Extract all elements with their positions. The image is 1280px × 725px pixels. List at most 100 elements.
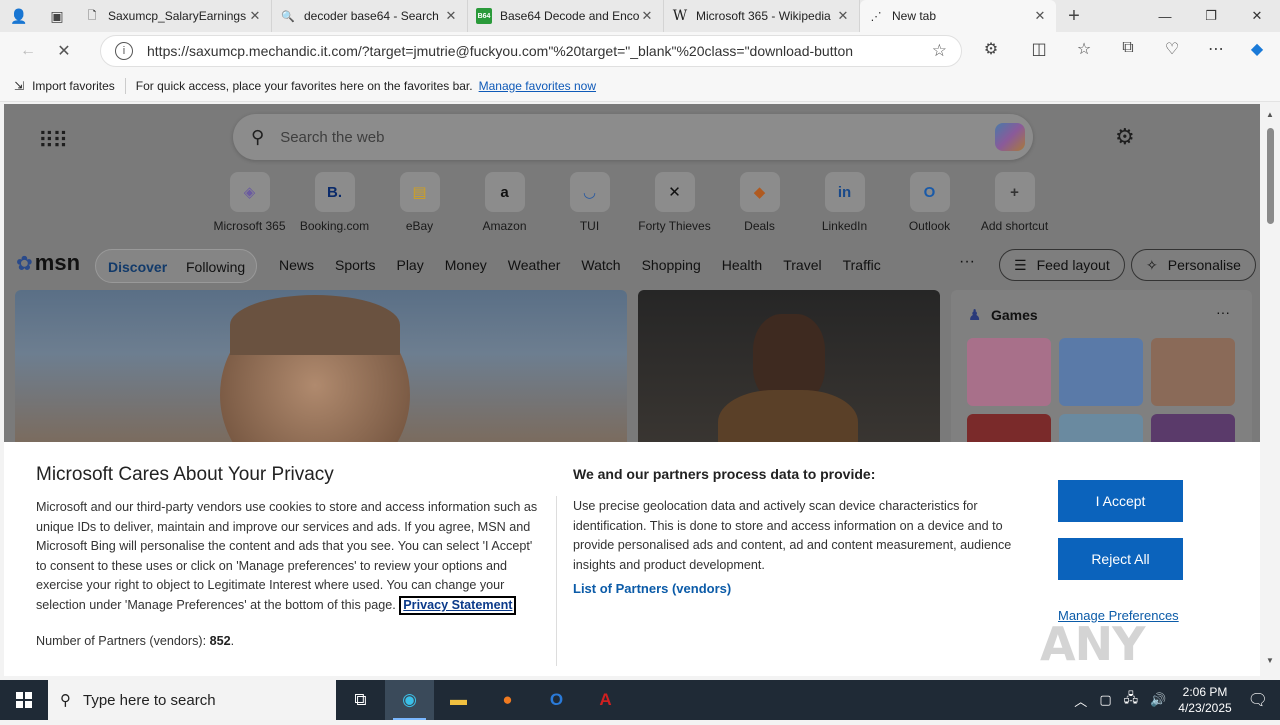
extensions-icon[interactable]: ⚙ (979, 39, 1003, 59)
favorite-star-icon[interactable]: ☆ (932, 41, 947, 61)
news-card-secondary[interactable] (638, 290, 940, 450)
games-icon: ♟ (968, 307, 982, 324)
shortcut-icon: O (909, 172, 950, 212)
search-placeholder: Search the web (280, 128, 385, 146)
firefox-icon[interactable]: ● (483, 680, 532, 720)
shortcut-tui[interactable]: ◡ TUI (547, 172, 632, 233)
msn-link-play[interactable]: Play (396, 257, 423, 273)
scroll-up-icon[interactable]: ▲ (1266, 110, 1274, 119)
msn-link-money[interactable]: Money (445, 257, 487, 273)
site-info-icon[interactable]: i (115, 42, 133, 60)
msn-link-watch[interactable]: Watch (581, 257, 620, 273)
device-icon[interactable]: ▢ (1099, 692, 1111, 708)
msn-link-news[interactable]: News (279, 257, 314, 273)
network-icon[interactable]: 🖧 (1124, 689, 1139, 711)
web-search-box[interactable]: ⚲ Search the web (233, 114, 1033, 160)
tab-new-tab[interactable]: ⋰ New tab ✕ (860, 0, 1056, 32)
shortcut-microsoft-365[interactable]: ◈ Microsoft 365 (207, 172, 292, 233)
close-tab-icon[interactable]: ✕ (1032, 8, 1048, 24)
browser-essentials-icon[interactable]: ♡ (1160, 39, 1184, 59)
news-card-main[interactable] (15, 290, 627, 450)
notifications-icon[interactable]: 🗨 (1248, 690, 1268, 710)
restore-icon[interactable]: ❐ (1188, 0, 1234, 32)
tab-discover[interactable]: Discover (108, 259, 167, 275)
shortcut-icon: ◈ (229, 172, 270, 212)
url-text[interactable]: https://saxumcp.mechandic.it.com/?target… (147, 43, 932, 59)
feed-layout-button[interactable]: ☰ Feed layout (999, 249, 1125, 281)
msn-link-travel[interactable]: Travel (783, 257, 821, 273)
close-window-icon[interactable]: ✕ (1234, 0, 1280, 32)
list-partners-link[interactable]: List of Partners (vendors) (573, 581, 731, 596)
task-view-icon[interactable]: ⧉ (336, 680, 385, 720)
shortcut-deals[interactable]: ◆ Deals (717, 172, 802, 233)
taskbar-search[interactable]: ⚲ Type here to search (48, 680, 336, 720)
address-toolbar: ← ✕ i https://saxumcp.mechandic.it.com/?… (0, 32, 1280, 70)
msn-link-shopping[interactable]: Shopping (642, 257, 701, 273)
tab-following[interactable]: Following (186, 259, 245, 275)
start-button[interactable] (0, 680, 48, 720)
more-menu-icon[interactable]: ⋯ (1204, 39, 1228, 59)
shortcut-linkedin[interactable]: in LinkedIn (802, 172, 887, 233)
tab-decoder-search[interactable]: 🔍 decoder base64 - Search ✕ (272, 0, 468, 32)
msn-link-health[interactable]: Health (722, 257, 762, 273)
tab-base64[interactable]: B64 Base64 Decode and Encode ✕ (468, 0, 664, 32)
scroll-down-icon[interactable]: ▼ (1266, 656, 1274, 665)
msn-nav: ✿ msn Discover Following News Sports Play Mo… (4, 242, 1260, 288)
settings-gear-icon[interactable]: ⚙ (1115, 124, 1135, 150)
shortcut-icon: ▤ (399, 172, 440, 212)
msn-link-sports[interactable]: Sports (335, 257, 375, 273)
tab-title: New tab (892, 9, 937, 23)
game-tile[interactable] (1059, 338, 1143, 406)
shortcut-ebay[interactable]: ▤ eBay (377, 172, 462, 233)
shortcut-add-shortcut[interactable]: + Add shortcut (972, 172, 1057, 233)
more-categories-icon[interactable]: ··· (959, 253, 975, 271)
stop-loading-icon[interactable]: ✕ (46, 41, 82, 61)
privacy-statement-link[interactable]: Privacy Statement (399, 595, 517, 615)
close-tab-icon[interactable]: ✕ (835, 8, 851, 24)
accept-button[interactable]: I Accept (1058, 480, 1183, 522)
volume-icon[interactable]: 🔊 (1150, 692, 1166, 708)
tab-saxumcp[interactable]: 🗋 Saxumcp_SalaryEarnings ✕ (76, 0, 272, 32)
shortcut-label: Outlook (908, 219, 951, 233)
shortcut-booking-com[interactable]: B. Booking.com (292, 172, 377, 233)
close-tab-icon[interactable]: ✕ (247, 8, 263, 24)
games-more-icon[interactable]: ··· (1216, 304, 1230, 320)
shortcut-forty-thieves[interactable]: ✕ Forty Thieves (632, 172, 717, 233)
chevron-up-icon[interactable]: ︿ (1074, 691, 1087, 710)
minimize-icon[interactable]: — (1142, 0, 1188, 32)
tab-wikipedia[interactable]: W Microsoft 365 - Wikipedia ✕ (664, 0, 860, 32)
collections-icon[interactable]: ⧉ (1116, 39, 1140, 57)
tab-actions-icon[interactable]: ▣ (38, 0, 76, 32)
scroll-thumb[interactable] (1267, 128, 1274, 224)
close-tab-icon[interactable]: ✕ (639, 8, 655, 24)
edge-icon[interactable]: ◉ (385, 680, 434, 720)
outlook-icon[interactable]: O (532, 680, 581, 720)
msn-link-weather[interactable]: Weather (508, 257, 561, 273)
import-favorites-button[interactable]: ⇲ Import favorites (0, 79, 125, 93)
manage-favorites-link[interactable]: Manage favorites now (479, 79, 596, 93)
profile-icon[interactable]: 👤 (0, 0, 38, 32)
address-bar[interactable]: i https://saxumcp.mechandic.it.com/?targ… (100, 35, 962, 67)
copilot-icon[interactable] (995, 123, 1025, 151)
msn-logo[interactable]: ✿ msn (16, 250, 80, 276)
new-tab-button[interactable]: + (1056, 0, 1092, 32)
taskbar: ⚲ Type here to search ⧉ ◉ ▬ ● O A ︿ ▢ 🖧 … (0, 680, 1280, 720)
shortcut-outlook[interactable]: O Outlook (887, 172, 972, 233)
game-tile[interactable] (1151, 338, 1235, 406)
page-scrollbar[interactable]: ▲ ▼ (1262, 104, 1280, 676)
personalise-button[interactable]: ✧ Personalise (1131, 249, 1256, 281)
app-launcher-icon[interactable]: ⠿⠿ (38, 128, 68, 154)
favorites-icon[interactable]: ☆ (1072, 39, 1096, 59)
shortcut-amazon[interactable]: a Amazon (462, 172, 547, 233)
file-explorer-icon[interactable]: ▬ (434, 680, 483, 720)
game-tile[interactable] (967, 338, 1051, 406)
copilot-icon[interactable]: ◆ (1245, 39, 1269, 59)
reject-all-button[interactable]: Reject All (1058, 538, 1183, 580)
butterfly-icon: ✿ (16, 252, 33, 275)
back-icon[interactable]: ← (10, 42, 46, 60)
msn-link-traffic[interactable]: Traffic (843, 257, 881, 273)
close-tab-icon[interactable]: ✕ (443, 8, 459, 24)
clock[interactable]: 2:06 PM 4/23/2025 (1178, 684, 1231, 716)
split-screen-icon[interactable]: ◫ (1027, 39, 1051, 59)
acrobat-icon[interactable]: A (581, 680, 630, 720)
